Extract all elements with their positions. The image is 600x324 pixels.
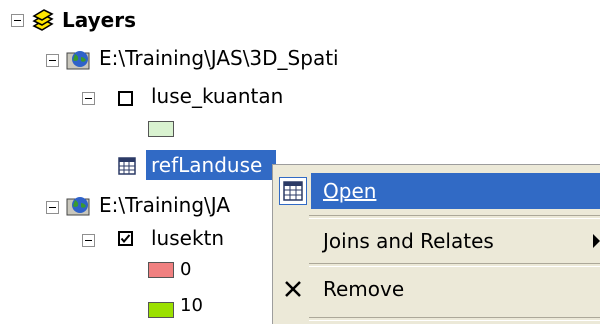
submenu-arrow-icon: [593, 234, 600, 248]
table-icon: [118, 156, 136, 175]
table-icon: [279, 177, 307, 205]
remove-x-icon: [279, 275, 307, 303]
frame-2-path[interactable]: E:\Training\JA: [99, 191, 230, 219]
menu-item-remove[interactable]: Remove: [273, 269, 600, 309]
menu-separator: [309, 263, 600, 267]
legend-swatch: [148, 302, 174, 318]
legend-label: 0: [180, 259, 192, 280]
dataframe-icon: [66, 48, 92, 72]
legend-label: 10: [180, 295, 203, 316]
menu-item-label: Remove: [323, 277, 405, 301]
expander-frame-2[interactable]: [46, 201, 59, 214]
menu-separator: [309, 215, 600, 219]
layers-icon: [30, 8, 56, 34]
expander-layers[interactable]: [11, 14, 24, 27]
context-menu: Open Joins and Relates Remove: [272, 164, 600, 324]
legend-swatch: [148, 121, 174, 137]
layer-name-reflanduse[interactable]: refLanduse: [151, 151, 262, 179]
root-label[interactable]: Layers: [62, 6, 136, 34]
menu-item-label: Open: [323, 179, 377, 203]
menu-item-open[interactable]: Open: [273, 171, 600, 211]
expander-frame-1[interactable]: [46, 54, 59, 67]
frame-1-path[interactable]: E:\Training\JAS\3D_Spati: [99, 44, 339, 72]
expander-lusektn[interactable]: [82, 234, 95, 247]
layer-name-lusektn[interactable]: lusektn: [151, 224, 224, 252]
legend-swatch: [148, 262, 174, 278]
menu-item-label: Joins and Relates: [323, 229, 494, 253]
layer-visibility-checkbox[interactable]: [118, 231, 133, 246]
layer-name-luse-kuantan[interactable]: luse_kuantan: [151, 82, 283, 110]
menu-item-joins-and-relates[interactable]: Joins and Relates: [273, 221, 600, 261]
expander-luse-kuantan[interactable]: [82, 92, 95, 105]
layer-visibility-checkbox[interactable]: [118, 91, 133, 106]
dataframe-icon: [66, 194, 92, 218]
